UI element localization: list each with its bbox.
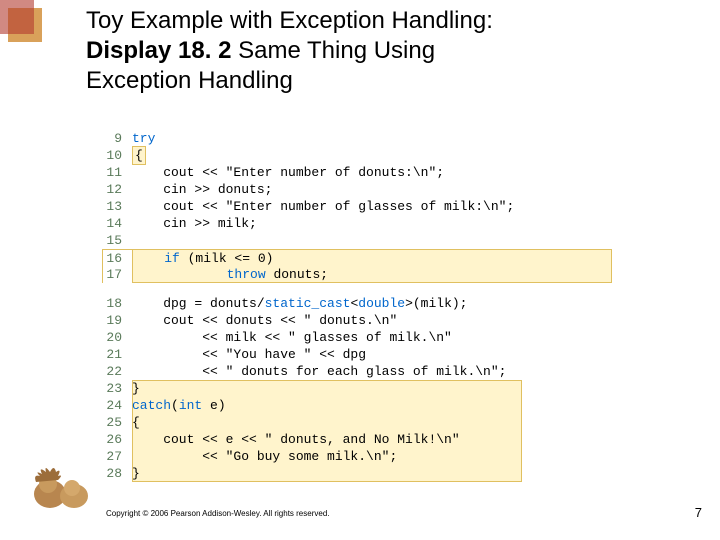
code-row: 26 cout << e << " donuts, and No Milk!\n… [102, 431, 612, 448]
code-row: 9 try [102, 130, 612, 147]
code-row: 20 << milk << " glasses of milk.\n" [102, 329, 612, 346]
code-row: 13 cout << "Enter number of glasses of m… [102, 198, 612, 215]
code-row: 19 cout << donuts << " donuts.\n" [102, 312, 612, 329]
lion-illustration-icon [28, 452, 98, 512]
code-listing: 9 try 10 { 11 cout << "Enter number of d… [102, 130, 612, 482]
code-row: 24 catch(int e) [102, 397, 612, 414]
code-row: 10 { [102, 147, 612, 164]
code-row: 18 dpg = donuts/static_cast<double>(milk… [102, 295, 612, 312]
page-number: 7 [695, 505, 702, 520]
title-line-1: Toy Example with Exception Handling: [86, 6, 646, 36]
code-row: 14 cin >> milk; [102, 215, 612, 232]
code-row: 11 cout << "Enter number of donuts:\n"; [102, 164, 612, 181]
code-row: 15 [102, 232, 612, 249]
code-row: 22 << " donuts for each glass of milk.\n… [102, 363, 612, 380]
code-row: 23 } [102, 380, 612, 397]
code-row: 21 << "You have " << dpg [102, 346, 612, 363]
slide-title: Toy Example with Exception Handling: Dis… [86, 6, 646, 96]
corner-decoration [0, 0, 60, 60]
copyright-text: Copyright © 2006 Pearson Addison-Wesley.… [106, 509, 330, 518]
code-row: 27 << "Go buy some milk.\n"; [102, 448, 612, 465]
code-row: 28 } [102, 465, 612, 482]
title-line-3: Exception Handling [86, 66, 646, 96]
code-row: 12 cin >> donuts; [102, 181, 612, 198]
code-row: 25 { [102, 414, 612, 431]
code-row: 16 if (milk <= 0) [102, 249, 612, 266]
title-line-2: Display 18. 2 Same Thing Using [86, 36, 646, 66]
code-row: 17 throw donuts; [102, 266, 612, 283]
